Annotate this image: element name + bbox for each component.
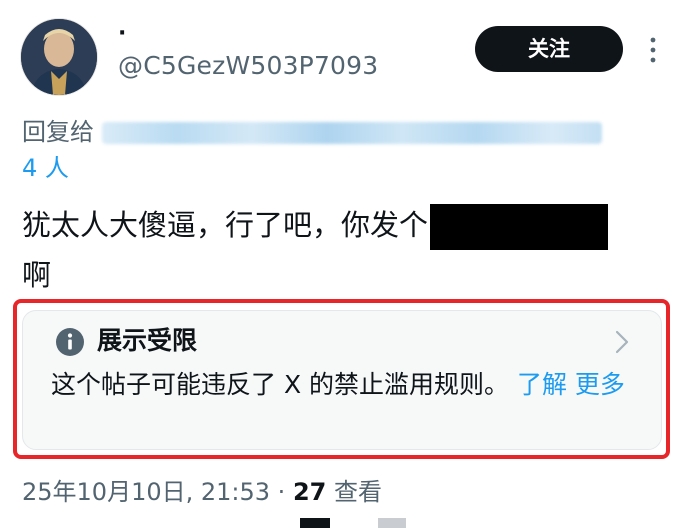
more-vertical-icon [650,37,656,63]
user-handle[interactable]: @C5GezW503P7093 [118,50,378,82]
blurred-usernames [102,122,602,144]
avatar-icon [21,19,97,95]
view-count: 27 [292,478,327,506]
avatar[interactable] [20,18,98,96]
tweet-page: · @C5GezW503P7093 关注 回复给 4 人 犹太人大傻逼，行了吧，… [0,0,690,528]
tweet-text-line2: 啊 [22,258,52,292]
scroll-indicator [300,518,330,528]
redaction-block [430,204,609,250]
reply-recipients-count[interactable]: 4 人 [22,150,69,186]
red-highlight-frame [13,299,670,459]
tweet-text-line1: 犹太人大傻逼，行了吧，你发个 [22,208,429,242]
follow-button[interactable]: 关注 [475,26,623,72]
reply-to-line: 回复给 [22,112,690,152]
display-name[interactable]: · [118,20,126,48]
scroll-indicator-secondary [378,518,406,528]
tweet-meta: 25年10月10日, 21:53 · 27 查看 [22,474,382,510]
reply-to-label: 回复给 [22,118,94,146]
timestamp[interactable]: 25年10月10日, 21:53 · [22,478,293,506]
view-label: 查看 [326,478,382,506]
tweet-text: 犹太人大傻逼，行了吧，你发个 啊 [22,200,682,300]
more-options-button[interactable] [641,34,665,66]
